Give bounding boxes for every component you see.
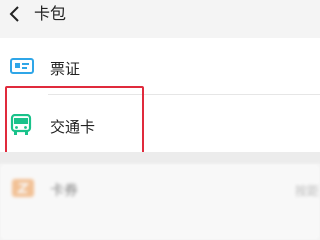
bus-icon	[10, 114, 32, 135]
list-item-transit-card[interactable]: 交通卡	[0, 95, 320, 151]
list-item-label: 卡券	[50, 183, 78, 199]
sort-hint: 按距	[295, 184, 320, 198]
ticket-card-icon	[10, 58, 34, 74]
card-list: 票证 交通卡	[0, 38, 320, 152]
page-title: 卡包	[34, 4, 67, 23]
coupon-icon	[12, 179, 34, 197]
chevron-left-icon[interactable]	[6, 5, 24, 23]
list-item-label: 票证	[50, 60, 81, 78]
section-gap	[0, 152, 320, 164]
top-bar: 卡包	[0, 0, 320, 38]
list-item-coupons[interactable]: 卡券 按距	[0, 164, 320, 240]
list-item-label: 交通卡	[50, 118, 96, 136]
list-item-tickets[interactable]: 票证	[0, 38, 320, 94]
